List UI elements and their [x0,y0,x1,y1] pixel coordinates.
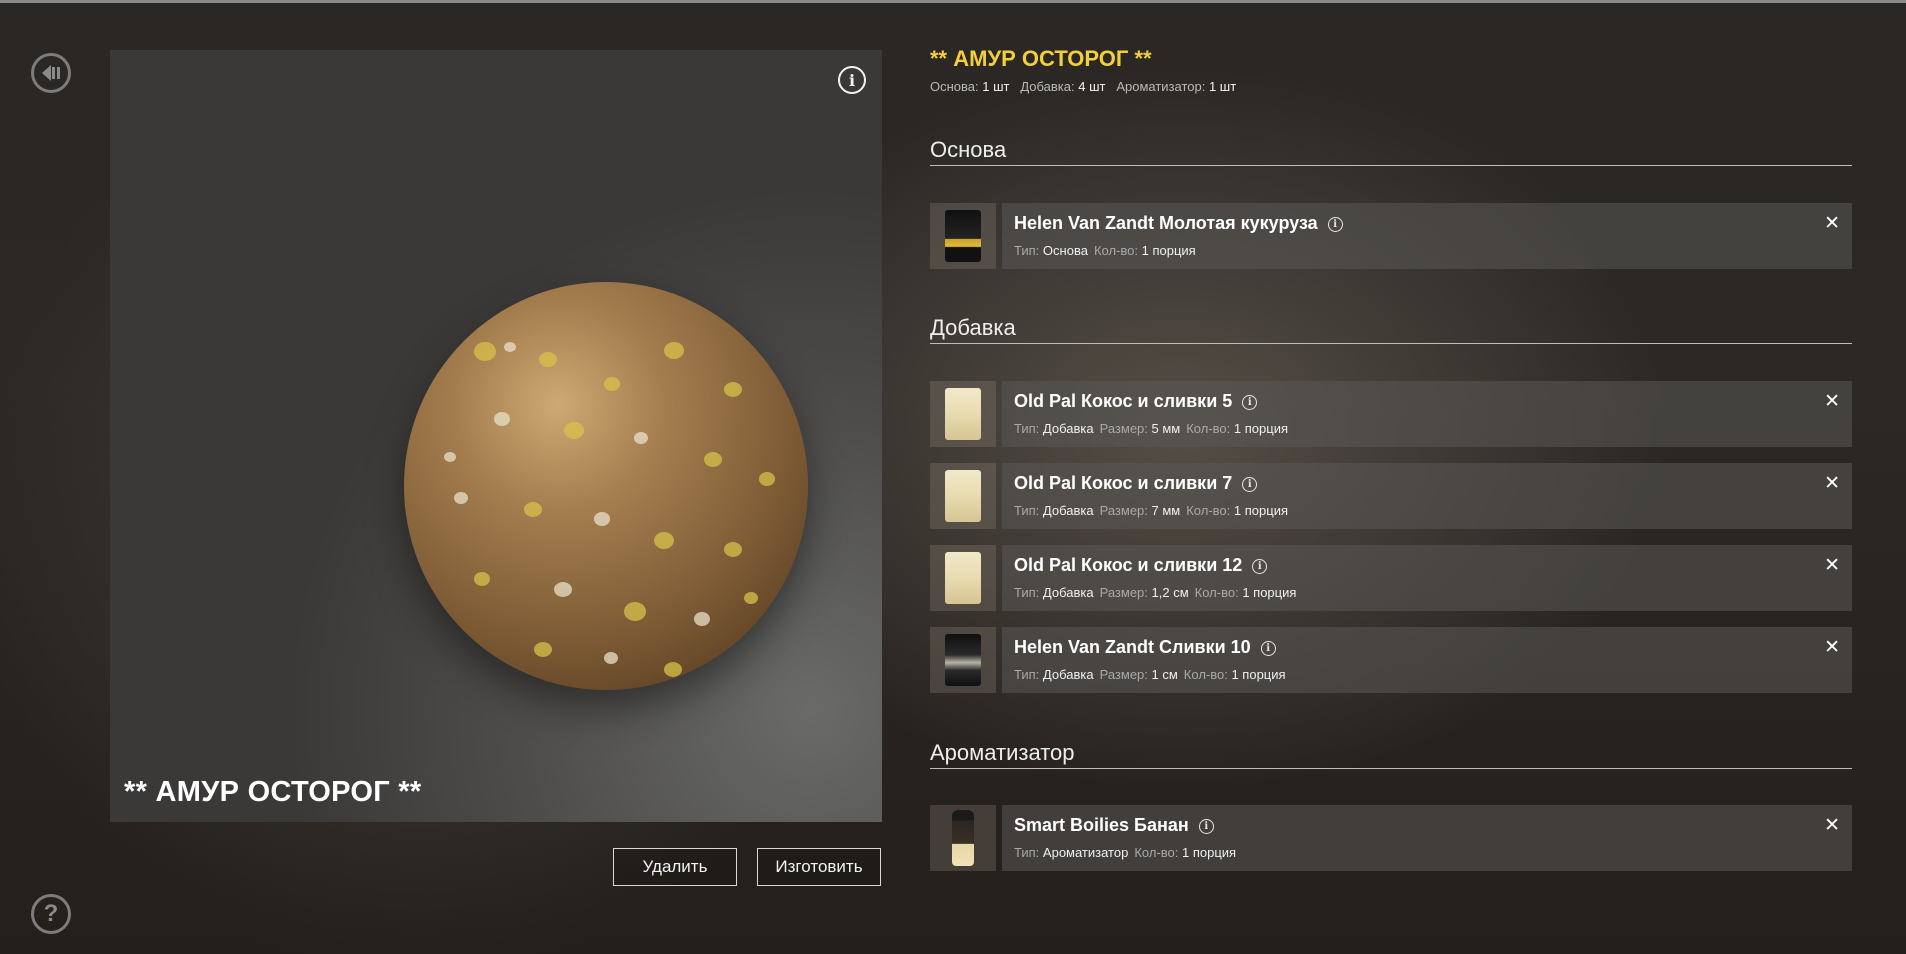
ball-spot [444,452,456,462]
ball-spot [724,542,742,557]
ingredient-name: Old Pal Кокос и сливки 12 [1014,555,1243,575]
top-border [0,0,1906,3]
info-icon[interactable]: i [1260,641,1276,656]
boilie-ball-image [404,282,808,690]
product-thumbnail [930,627,996,693]
ball-spot [534,642,552,657]
ball-spot [634,432,648,444]
remove-ingredient-button[interactable]: ✕ [1824,472,1840,495]
ingredient-card: Old Pal Кокос и сливки 5i Тип: Добавка Ра… [1002,381,1852,447]
product-thumbnail [930,805,996,871]
ball-spot [564,422,584,439]
list-item: Old Pal Кокос и сливки 7i Тип: Добавка Ра… [930,463,1852,529]
ingredient-card: Helen Van Zandt Молотая кукуруза i Тип: О… [1002,203,1852,269]
ball-spot [554,582,572,597]
make-button[interactable]: Изготовить [757,848,881,886]
ball-spot [524,502,542,517]
recipe-summary: Основа: 1 шт Добавка: 4 шт Ароматизатор:… [930,79,1237,94]
remove-ingredient-button[interactable]: ✕ [1824,390,1840,413]
ingredient-card: Helen Van Zandt Сливки 10 i Тип: Добавка Р… [1002,627,1852,693]
ingredient-name: Helen Van Zandt Молотая кукуруза [1014,213,1318,233]
product-thumbnail [930,381,996,447]
ball-spot [724,382,742,397]
info-icon[interactable]: i [1327,217,1343,232]
remove-ingredient-button[interactable]: ✕ [1824,636,1840,659]
info-icon[interactable]: i [1198,819,1214,834]
ingredient-name: Smart Boilies Банан [1014,815,1189,835]
ball-spot [504,342,516,352]
bait-preview-panel [110,50,882,822]
list-item: Smart Boilies Банан i Тип: Ароматизатор Ко… [930,805,1852,871]
section-header-base: Основа [930,137,1852,166]
ball-spot [664,662,682,677]
ingredient-card: Old Pal Кокос и сливки 12 i Тип: Добавка Р… [1002,545,1852,611]
ball-spot [654,532,674,549]
ball-spot [694,612,710,626]
list-item: Helen Van Zandt Молотая кукуруза i Тип: О… [930,203,1852,269]
ingredient-name: Helen Van Zandt Сливки 10 [1014,637,1251,657]
remove-ingredient-button[interactable]: ✕ [1824,554,1840,577]
ball-spot [664,342,684,359]
back-button[interactable] [31,53,71,93]
product-thumbnail [930,463,996,529]
ball-spot [474,572,490,586]
ball-spot [604,377,620,391]
ball-spot [594,512,610,526]
ball-spot [494,412,510,426]
list-item: Helen Van Zandt Сливки 10 i Тип: Добавка Р… [930,627,1852,693]
preview-info-icon[interactable]: i [838,66,866,94]
remove-ingredient-button[interactable]: ✕ [1824,814,1840,837]
section-header-additive: Добавка [930,315,1852,344]
product-thumbnail [930,203,996,269]
delete-button[interactable]: Удалить [613,848,737,886]
section-header-flavor: Ароматизатор [930,740,1852,769]
ball-spot [539,352,557,367]
ingredient-card: Smart Boilies Банан i Тип: Ароматизатор Ко… [1002,805,1852,871]
ingredient-name: Old Pal Кокос и сливки 5 [1014,391,1233,411]
ball-spot [454,492,468,504]
remove-ingredient-button[interactable]: ✕ [1824,212,1840,235]
ball-spot [474,342,496,361]
ball-spot [744,592,758,604]
ingredient-card: Old Pal Кокос и сливки 7i Тип: Добавка Ра… [1002,463,1852,529]
info-icon[interactable]: i [1252,559,1268,574]
info-icon[interactable]: i [1242,395,1258,410]
back-arrow-icon [42,65,60,81]
recipe-title: ** АМУР ОСТОРОГ ** [930,46,1152,71]
ingredient-name: Old Pal Кокос и сливки 7 [1014,473,1233,493]
ball-spot [624,602,646,621]
list-item: Old Pal Кокос и сливки 12 i Тип: Добавка Р… [930,545,1852,611]
ball-spot [704,452,722,467]
ball-spot [604,652,618,664]
list-item: Old Pal Кокос и сливки 5i Тип: Добавка Ра… [930,381,1852,447]
help-icon: ? [43,900,59,927]
ball-spot [759,472,775,486]
help-button[interactable]: ? [31,894,71,934]
info-icon[interactable]: i [1242,477,1258,492]
preview-title: ** АМУР ОСТОРОГ ** [124,776,422,808]
product-thumbnail [930,545,996,611]
